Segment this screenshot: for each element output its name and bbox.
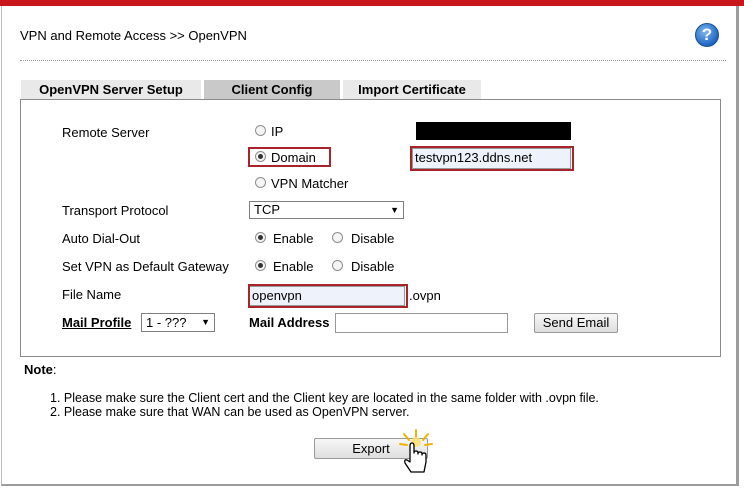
gateway-disable-label: Disable — [351, 259, 395, 274]
file-extension-label: .ovpn — [409, 288, 441, 303]
auto-dial-out-label: Auto Dial-Out — [62, 231, 141, 246]
auto-dial-enable-label: Enable — [273, 231, 314, 246]
mail-profile-select[interactable]: 1 - ??? ▼ — [141, 313, 215, 332]
radio-ip[interactable] — [255, 125, 266, 136]
transport-protocol-select[interactable]: TCP ▼ — [249, 201, 404, 219]
tab-openvpn-server-setup[interactable]: OpenVPN Server Setup — [21, 80, 201, 99]
note-heading: Note: — [24, 362, 57, 377]
transport-protocol-label: Transport Protocol — [62, 203, 169, 218]
tab-import-certificate[interactable]: Import Certificate — [343, 80, 481, 99]
dropdown-arrow-icon: ▼ — [390, 205, 399, 215]
note-title: Note — [24, 362, 53, 377]
file-name-label: File Name — [62, 287, 122, 302]
radio-auto-dial-enable[interactable] — [255, 232, 266, 243]
send-email-button[interactable]: Send Email — [534, 313, 618, 333]
mail-address-label: Mail Address — [249, 315, 330, 330]
default-gateway-label: Set VPN as Default Gateway — [62, 259, 229, 274]
gateway-enable-label: Enable — [273, 259, 314, 274]
help-icon[interactable]: ? — [695, 23, 719, 47]
note-item-1: 1. Please make sure the Client cert and … — [50, 391, 599, 405]
dropdown-arrow-icon: ▼ — [201, 317, 210, 327]
radio-domain[interactable] — [255, 151, 266, 162]
note-colon: : — [52, 362, 57, 377]
page-title: VPN and Remote Access >> OpenVPN — [20, 28, 247, 43]
mail-profile-link[interactable]: Mail Profile — [62, 315, 131, 330]
radio-auto-dial-disable[interactable] — [332, 232, 343, 243]
mail-address-input[interactable] — [335, 313, 508, 333]
remote-server-label: Remote Server — [62, 125, 150, 140]
mail-profile-value: 1 - ??? — [146, 315, 187, 330]
radio-vpn-matcher[interactable] — [255, 177, 266, 188]
ip-input-redacted[interactable] — [416, 122, 571, 140]
domain-input-highlight — [410, 146, 574, 171]
radio-gateway-disable[interactable] — [332, 260, 343, 271]
tab-client-config[interactable]: Client Config — [204, 80, 340, 99]
radio-vpn-matcher-label: VPN Matcher — [271, 176, 349, 191]
radio-ip-label: IP — [271, 124, 284, 139]
file-name-highlight — [248, 284, 408, 308]
header-divider — [20, 60, 726, 61]
hand-cursor-icon — [399, 429, 433, 473]
note-item-2: 2. Please make sure that WAN can be used… — [50, 405, 410, 419]
auto-dial-disable-label: Disable — [351, 231, 395, 246]
transport-protocol-value: TCP — [254, 202, 280, 217]
radio-domain-label: Domain — [271, 150, 316, 165]
radio-gateway-enable[interactable] — [255, 260, 266, 271]
